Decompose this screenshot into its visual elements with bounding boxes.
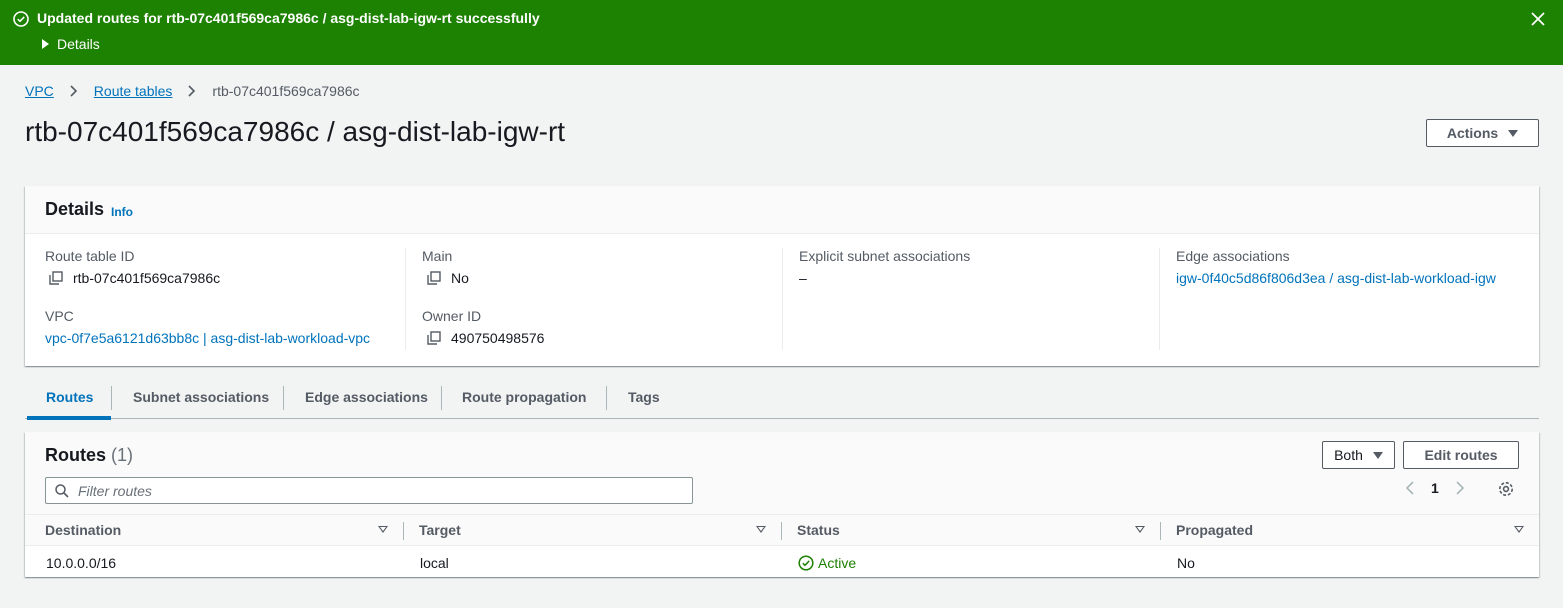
column-separator[interactable] <box>403 522 404 540</box>
breadcrumb-route-tables[interactable]: Route tables <box>94 83 173 99</box>
flash-message: Updated routes for rtb-07c401f569ca7986c… <box>37 10 540 26</box>
details-column-2: Main No Owner ID 490750498576 <box>405 248 783 366</box>
route-table-id-field: rtb-07c401f569ca7986c <box>49 270 220 286</box>
success-check-icon <box>13 11 29 27</box>
tab-tags[interactable]: Tags <box>628 389 660 405</box>
edge-associations-label: Edge associations <box>1176 248 1290 264</box>
vpc-label: VPC <box>45 308 74 324</box>
routes-title: Routes (1) <box>45 445 133 466</box>
route-table-id-label: Route table ID <box>45 248 135 264</box>
tab-edge-associations[interactable]: Edge associations <box>305 389 428 405</box>
main-field: No <box>427 270 469 286</box>
chevron-right-icon <box>70 85 77 97</box>
search-icon <box>55 484 69 498</box>
caret-down-icon <box>1372 451 1383 459</box>
cell-target: local <box>420 555 449 571</box>
column-divider <box>782 248 783 350</box>
settings-gear-icon[interactable] <box>1497 480 1515 498</box>
status-active-icon <box>798 555 814 571</box>
column-propagated[interactable]: Propagated <box>1176 522 1253 538</box>
actions-button[interactable]: Actions <box>1426 119 1539 147</box>
route-table-id-value: rtb-07c401f569ca7986c <box>73 270 221 286</box>
copy-icon[interactable] <box>49 271 63 285</box>
main-value: No <box>451 270 469 286</box>
details-heading: Details <box>45 199 105 219</box>
copy-icon[interactable] <box>427 331 441 345</box>
owner-id-field: 490750498576 <box>427 330 544 346</box>
details-column-1: Route table ID rtb-07c401f569ca7986c VPC… <box>45 248 405 366</box>
pagination: 1 <box>1403 480 1467 496</box>
column-divider <box>1159 248 1160 350</box>
column-destination[interactable]: Destination <box>45 522 121 538</box>
active-tab-indicator <box>27 416 111 420</box>
info-link[interactable]: Info <box>111 205 133 219</box>
chevron-right-icon <box>188 85 196 97</box>
edit-routes-label: Edit routes <box>1424 447 1498 463</box>
success-flash-banner: Updated routes for rtb-07c401f569ca7986c… <box>0 0 1563 65</box>
flash-details-toggle[interactable]: Details <box>42 36 100 52</box>
routes-table-header: Destination Target Status Propagated <box>25 514 1539 546</box>
chevron-right-icon[interactable] <box>1453 480 1467 496</box>
page-number[interactable]: 1 <box>1431 480 1439 496</box>
cell-destination: 10.0.0.0/16 <box>46 555 117 571</box>
sort-icon[interactable] <box>1135 526 1145 533</box>
route-filter-select-value: Both <box>1334 447 1363 463</box>
sort-icon[interactable] <box>756 526 766 533</box>
breadcrumb: VPC Route tables rtb-07c401f569ca7986c <box>25 83 360 99</box>
status-value: Active <box>818 555 857 571</box>
caret-right-icon <box>42 39 49 49</box>
caret-down-icon <box>1508 129 1519 137</box>
details-column-4: Edge associations igw-0f40c5d86f806d3ea … <box>1159 248 1537 366</box>
column-separator[interactable] <box>781 522 782 540</box>
sort-icon[interactable] <box>378 526 388 533</box>
routes-panel: Routes (1) Both Edit routes 1 Destinatio… <box>25 432 1539 577</box>
breadcrumb-current: rtb-07c401f569ca7986c <box>212 83 360 99</box>
flash-details-label: Details <box>57 36 100 52</box>
actions-button-label: Actions <box>1446 125 1499 141</box>
edge-association-link[interactable]: igw-0f40c5d86f806d3ea / asg-dist-lab-wor… <box>1176 270 1496 286</box>
close-icon[interactable] <box>1530 11 1546 27</box>
tab-routes[interactable]: Routes <box>46 389 93 405</box>
tab-subnet-associations[interactable]: Subnet associations <box>133 389 269 405</box>
column-target[interactable]: Target <box>419 522 461 538</box>
routes-heading: Routes <box>45 445 107 465</box>
owner-id-label: Owner ID <box>422 308 482 324</box>
tab-separator <box>111 386 112 410</box>
tab-separator <box>283 386 284 410</box>
tab-separator <box>606 386 607 410</box>
breadcrumb-vpc[interactable]: VPC <box>25 83 54 99</box>
routes-count: (1) <box>111 445 134 465</box>
column-status[interactable]: Status <box>797 522 840 538</box>
cell-propagated: No <box>1177 555 1195 571</box>
explicit-subnet-value: – <box>799 270 807 286</box>
tab-route-propagation[interactable]: Route propagation <box>462 389 586 405</box>
details-panel: Details Info Route table ID rtb-07c401f5… <box>25 186 1539 366</box>
owner-id-value: 490750498576 <box>451 330 545 346</box>
page-title: rtb-07c401f569ca7986c / asg-dist-lab-igw… <box>25 116 566 147</box>
filter-routes-input[interactable] <box>78 481 678 501</box>
main-label: Main <box>422 248 453 264</box>
cell-status: Active <box>798 555 856 571</box>
column-separator[interactable] <box>1160 522 1161 540</box>
route-filter-select[interactable]: Both <box>1322 441 1395 469</box>
sort-icon[interactable] <box>1514 526 1524 533</box>
explicit-subnet-label: Explicit subnet associations <box>799 248 971 264</box>
details-column-3: Explicit subnet associations – <box>782 248 1160 366</box>
tab-separator <box>441 386 442 410</box>
column-divider <box>405 248 406 350</box>
details-header: Details Info <box>25 186 1539 234</box>
chevron-left-icon[interactable] <box>1403 480 1417 496</box>
copy-icon[interactable] <box>427 271 441 285</box>
filter-routes <box>45 477 693 504</box>
vpc-link[interactable]: vpc-0f7e5a6121d63bb8c | asg-dist-lab-wor… <box>45 330 370 346</box>
edit-routes-button[interactable]: Edit routes <box>1403 441 1519 469</box>
tab-bar: Routes Subnet associations Edge associat… <box>25 383 1539 420</box>
